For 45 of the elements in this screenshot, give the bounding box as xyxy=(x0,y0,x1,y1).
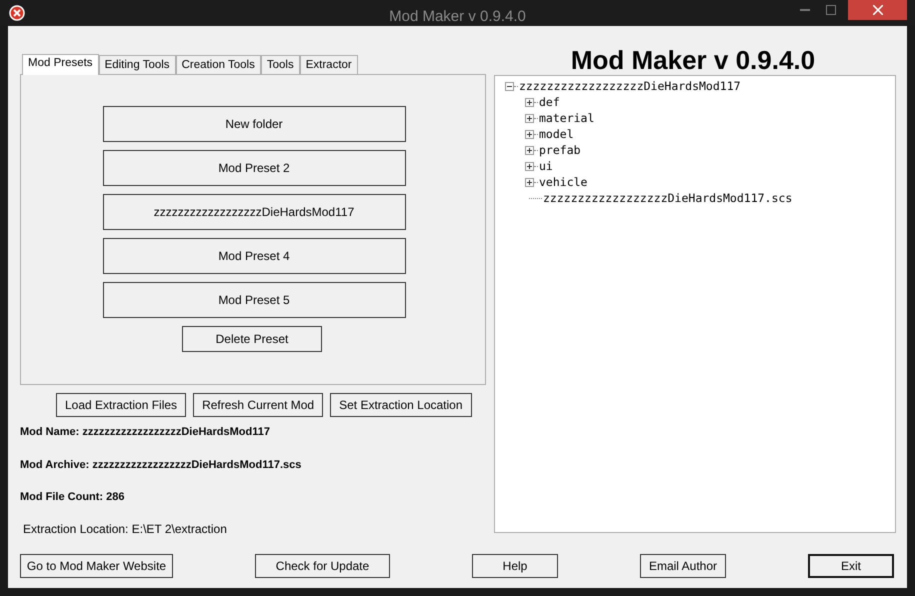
expand-icon[interactable] xyxy=(525,114,534,122)
tree-item[interactable]: def xyxy=(539,95,560,109)
tab[interactable]: Tools xyxy=(260,55,300,74)
tab[interactable]: Extractor xyxy=(300,55,358,74)
expand-icon[interactable] xyxy=(525,146,534,154)
info-label: Mod File Count: 286 xyxy=(20,490,126,505)
preset-button[interactable]: New folder xyxy=(102,106,406,142)
expand-icon[interactable] xyxy=(525,130,534,138)
action-button[interactable]: Refresh Current Mod xyxy=(193,393,324,417)
maximize-icon xyxy=(826,5,836,15)
tree-item[interactable]: prefab xyxy=(539,143,581,157)
window-title: Mod Maker v 0.9.4.0 xyxy=(389,8,526,25)
tree-item[interactable]: zzzzzzzzzzzzzzzzzzDieHardsMod117 xyxy=(519,79,741,93)
tree-item[interactable]: model xyxy=(539,127,574,141)
info-label: Mod Archive: zzzzzzzzzzzzzzzzzzDieHardsMod117.scs xyxy=(20,458,302,473)
app-heading: Mod Maker v 0.9.4.0 xyxy=(570,45,816,75)
expand-icon[interactable] xyxy=(525,178,534,186)
preset-button[interactable]: Mod Preset 4 xyxy=(102,238,406,274)
info-label: Mod Name: zzzzzzzzzzzzzzzzzzDieHardsMod117 xyxy=(20,425,271,440)
bottom-button[interactable]: Email Author xyxy=(640,554,726,578)
action-button[interactable]: Set Extraction Location xyxy=(330,393,472,417)
delete-button[interactable]: Delete Preset xyxy=(182,326,322,352)
expand-icon[interactable] xyxy=(525,162,534,170)
preset-button[interactable]: zzzzzzzzzzzzzzzzzzDieHardsMod117 xyxy=(102,194,406,230)
collapse-icon[interactable] xyxy=(505,82,514,90)
minimize-icon xyxy=(800,9,810,11)
tab[interactable]: Mod Presets xyxy=(22,54,99,75)
bottom-button[interactable]: Exit xyxy=(808,554,894,578)
info-label: Extraction Location: E:\ET 2\extraction xyxy=(22,521,228,538)
preset-button[interactable]: Mod Preset 2 xyxy=(102,150,406,186)
tree-item[interactable]: ui xyxy=(539,159,553,173)
close-icon xyxy=(872,5,882,15)
tree-item[interactable]: vehicle xyxy=(539,175,588,189)
bottom-button[interactable]: Go to Mod Maker Website xyxy=(20,554,173,578)
bottom-button[interactable]: Help xyxy=(472,554,558,578)
bottom-button[interactable]: Check for Update xyxy=(255,554,390,578)
action-button[interactable]: Load Extraction Files xyxy=(56,393,186,417)
close-button[interactable] xyxy=(848,0,907,20)
tree-item[interactable]: material xyxy=(539,111,594,125)
expand-icon[interactable] xyxy=(525,98,534,106)
tree-item[interactable]: zzzzzzzzzzzzzzzzzzDieHardsMod117.scs xyxy=(543,191,792,205)
tab[interactable]: Editing Tools xyxy=(98,55,176,74)
app-icon xyxy=(9,5,25,21)
tab[interactable]: Creation Tools xyxy=(176,55,261,74)
preset-button[interactable]: Mod Preset 5 xyxy=(102,282,406,318)
